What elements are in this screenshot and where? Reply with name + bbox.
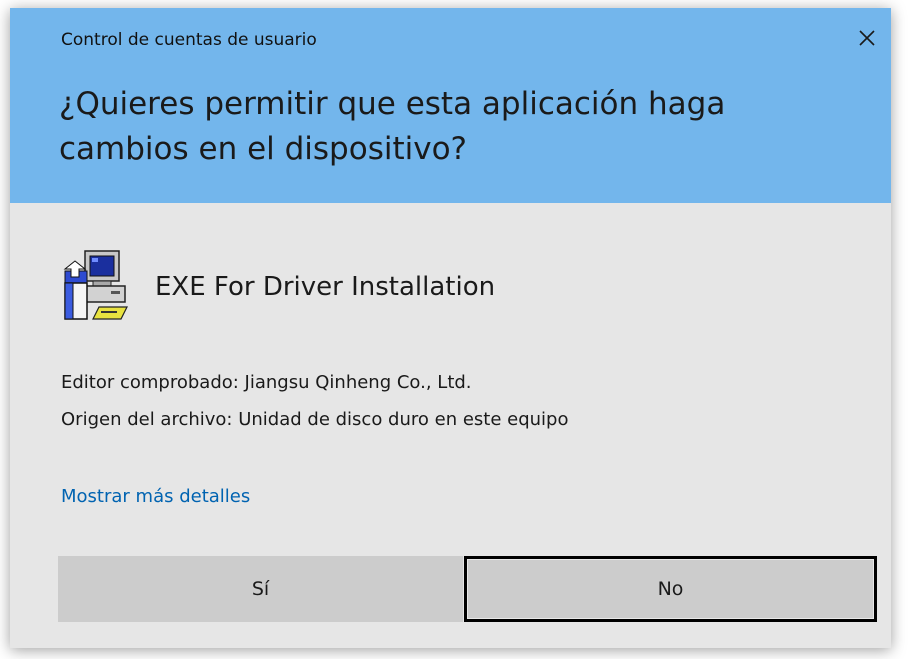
no-button[interactable]: No bbox=[464, 556, 877, 622]
file-origin-text: Origen del archivo: Unidad de disco duro… bbox=[61, 409, 569, 430]
yes-button[interactable]: Sí bbox=[58, 556, 463, 622]
app-info-row: EXE For Driver Installation bbox=[55, 242, 495, 332]
no-button-label: No bbox=[657, 578, 684, 600]
yes-button-label: Sí bbox=[251, 578, 270, 600]
close-icon bbox=[858, 29, 876, 47]
show-more-details-link[interactable]: Mostrar más detalles bbox=[61, 486, 250, 507]
dialog-header: Control de cuentas de usuario ¿Quieres p… bbox=[10, 8, 891, 203]
dialog-question: ¿Quieres permitir que esta aplicación ha… bbox=[59, 86, 726, 167]
computer-installer-icon bbox=[55, 247, 135, 327]
uac-dialog: Control de cuentas de usuario ¿Quieres p… bbox=[10, 8, 891, 648]
publisher-text: Editor comprobado: Jiangsu Qinheng Co., … bbox=[61, 372, 472, 393]
dialog-caption: Control de cuentas de usuario bbox=[61, 30, 317, 50]
close-button[interactable] bbox=[847, 18, 887, 58]
app-name: EXE For Driver Installation bbox=[155, 272, 496, 302]
